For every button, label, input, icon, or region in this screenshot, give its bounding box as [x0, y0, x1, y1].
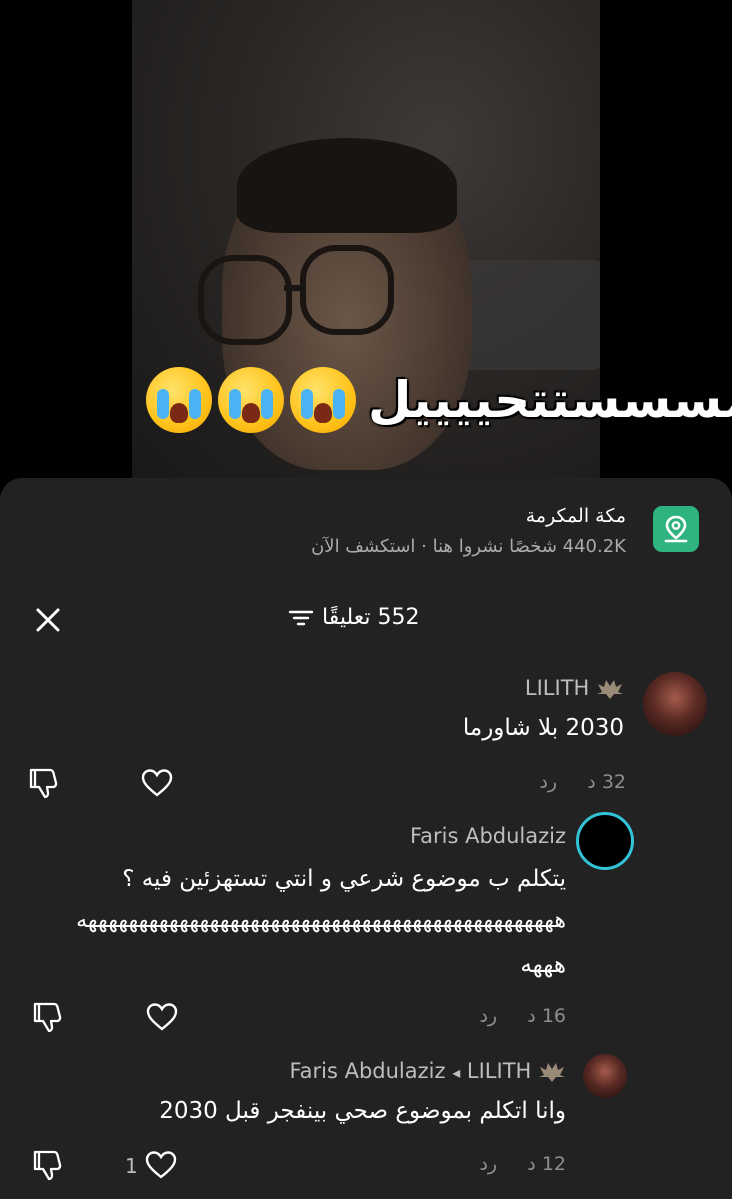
- comment-text: وانا اتكلم بموضوع صحي بينفجر قبل 2030: [159, 1098, 566, 1124]
- comment-time: 32 د: [587, 771, 626, 793]
- location-pin-icon[interactable]: [653, 506, 699, 552]
- comment-text: 2030 بلا شاورما: [462, 715, 624, 741]
- dislike-icon[interactable]: [27, 766, 61, 800]
- caption-text: مسسستتحييييل: [368, 371, 732, 429]
- comments-count: 552 تعليقًا: [322, 605, 420, 630]
- reply-arrow-icon: ◂: [452, 1063, 461, 1082]
- comment-username[interactable]: LILITH: [525, 676, 624, 700]
- video-caption: مسسستتحييييل: [146, 360, 732, 440]
- crying-face-emoji-icon: [218, 367, 284, 433]
- comment-text: هههههههههههههههههههههههههههههههههههههههه…: [76, 908, 567, 933]
- avatar[interactable]: [576, 812, 634, 870]
- comment-meta: 16 د رد: [479, 1005, 566, 1027]
- comment-text: يتكلم ب موضوع شرعي و انتي تستهزئين فيه ؟: [122, 866, 566, 892]
- glasses-right-lens: [300, 245, 394, 335]
- crying-face-emoji-icon: [290, 367, 356, 433]
- username-text: LILITH: [466, 1059, 532, 1083]
- dislike-icon[interactable]: [31, 1148, 65, 1182]
- reply-button[interactable]: رد: [479, 1005, 497, 1027]
- glasses-bridge: [284, 285, 304, 291]
- comment-username[interactable]: Faris Abdulaziz: [410, 824, 566, 848]
- dislike-icon[interactable]: [31, 1000, 65, 1034]
- reply-to-username[interactable]: Faris Abdulaziz: [289, 1059, 445, 1083]
- reply-button[interactable]: رد: [479, 1153, 497, 1175]
- comment-meta: 32 د رد: [539, 771, 626, 793]
- avatar[interactable]: [643, 672, 707, 736]
- glasses-left-lens: [198, 255, 292, 345]
- comment-time: 12 د: [527, 1153, 566, 1175]
- username-text: LILITH: [524, 676, 590, 700]
- crying-face-emoji-icon: [146, 367, 212, 433]
- sort-icon[interactable]: [288, 607, 314, 629]
- like-count: 1: [125, 1154, 138, 1178]
- comments-count-header[interactable]: 552 تعليقًا: [288, 605, 419, 630]
- bat-icon: [597, 680, 623, 699]
- person-hair: [237, 138, 457, 233]
- comment-meta: 12 د رد: [479, 1153, 566, 1175]
- comment-username[interactable]: Faris Abdulaziz ◂ LILITH: [289, 1059, 566, 1083]
- avatar[interactable]: [583, 1054, 627, 1098]
- comment-time: 16 د: [527, 1005, 566, 1027]
- location-subtitle[interactable]: 440.2K شخصًا نشروا هنا · استكشف الآن: [311, 536, 626, 557]
- like-heart-icon[interactable]: [140, 766, 174, 800]
- close-button[interactable]: [32, 604, 64, 636]
- comment-text: هههه: [520, 952, 566, 978]
- like-heart-icon[interactable]: [144, 1148, 178, 1182]
- bat-icon: [539, 1063, 565, 1082]
- like-heart-icon[interactable]: [145, 1000, 179, 1034]
- reply-button[interactable]: رد: [539, 771, 557, 793]
- location-title[interactable]: مكة المكرمة: [526, 505, 626, 527]
- close-icon: [36, 608, 60, 632]
- car-seat-background: [462, 260, 600, 370]
